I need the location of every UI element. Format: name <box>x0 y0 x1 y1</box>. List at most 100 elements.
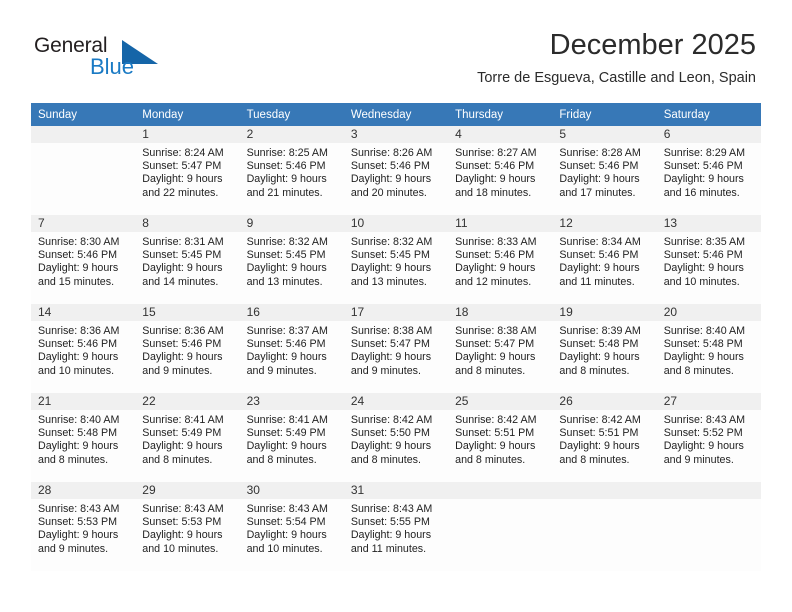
calendar-day-cell[interactable]: 6 Sunrise: 8:29 AM Sunset: 5:46 PM Daylight… <box>656 126 761 215</box>
day-details: Sunrise: 8:27 AM Sunset: 5:46 PM Daylight:… <box>448 143 552 200</box>
calendar-day-cell[interactable]: 12 Sunrise: 8:34 AM Sunset: 5:46 PM Dayligh… <box>552 215 657 304</box>
daylight-duration-line1: Daylight: 9 hours <box>142 440 223 453</box>
calendar-grid: Sunday Monday Tuesday Wednesday Thursday… <box>31 103 761 571</box>
sunset-time: Sunset: 5:46 PM <box>38 338 118 351</box>
sunrise-time: Sunrise: 8:31 AM <box>142 236 224 248</box>
day-cell-content: 24 Sunrise: 8:42 AM Sunset: 5:50 PM Dayligh… <box>343 393 449 482</box>
calendar-day-cell[interactable]: 4 Sunrise: 8:27 AM Sunset: 5:46 PM Daylight… <box>448 126 553 215</box>
sunset-time: Sunset: 5:49 PM <box>246 427 326 440</box>
calendar-day-cell[interactable]: 29 Sunrise: 8:43 AM Sunset: 5:53 PM Dayligh… <box>135 482 240 571</box>
sunset-time: Sunset: 5:48 PM <box>559 338 639 351</box>
calendar-day-cell[interactable]: 1 Sunrise: 8:24 AM Sunset: 5:47 PM Daylight… <box>135 126 240 215</box>
calendar-day-cell[interactable]: 30 Sunrise: 8:43 AM Sunset: 5:54 PM Dayligh… <box>239 482 344 571</box>
calendar-day-cell[interactable]: 14 Sunrise: 8:36 AM Sunset: 5:46 PM Dayligh… <box>31 304 136 393</box>
daylight-duration-line1: Daylight: 9 hours <box>142 529 223 542</box>
day-number: 15 <box>135 304 240 321</box>
daylight-duration-line1: Daylight: 9 hours <box>246 440 327 453</box>
calendar-week-row: 14 Sunrise: 8:36 AM Sunset: 5:46 PM Dayligh… <box>31 304 761 393</box>
calendar-day-cell[interactable]: 28 Sunrise: 8:43 AM Sunset: 5:53 PM Dayligh… <box>31 482 136 571</box>
day-number: 9 <box>239 215 344 232</box>
calendar-day-cell[interactable]: 31 Sunrise: 8:43 AM Sunset: 5:55 PM Dayligh… <box>343 482 449 571</box>
daylight-duration-line2: and 9 minutes. <box>246 364 317 377</box>
daylight-duration-line2: and 8 minutes. <box>38 453 109 466</box>
day-cell-content: 19 Sunrise: 8:39 AM Sunset: 5:48 PM Dayligh… <box>552 304 657 393</box>
day-number: 23 <box>239 393 344 410</box>
day-number <box>552 482 657 499</box>
weekday-header-monday: Monday <box>135 103 240 126</box>
sunrise-time: Sunrise: 8:36 AM <box>38 325 120 337</box>
sunrise-time: Sunrise: 8:40 AM <box>38 414 120 426</box>
calendar-day-cell[interactable]: 15 Sunrise: 8:36 AM Sunset: 5:46 PM Dayligh… <box>135 304 240 393</box>
daylight-duration-line2: and 10 minutes. <box>246 542 323 555</box>
calendar-day-cell[interactable]: 2 Sunrise: 8:25 AM Sunset: 5:46 PM Daylight… <box>239 126 344 215</box>
day-number <box>656 482 761 499</box>
day-number: 10 <box>343 215 449 232</box>
sunset-time: Sunset: 5:46 PM <box>246 338 326 351</box>
sunrise-time: Sunrise: 8:26 AM <box>350 147 433 159</box>
weekday-header-wednesday: Wednesday <box>343 103 449 126</box>
sunrise-time: Sunrise: 8:32 AM <box>246 236 328 248</box>
day-details: Sunrise: 8:26 AM Sunset: 5:46 PM Daylight:… <box>344 143 448 200</box>
calendar-day-cell[interactable]: 10 Sunrise: 8:32 AM Sunset: 5:45 PM Dayligh… <box>343 215 449 304</box>
day-number <box>31 126 136 143</box>
calendar-day-cell[interactable]: 22 Sunrise: 8:41 AM Sunset: 5:49 PM Dayligh… <box>135 393 240 482</box>
daylight-duration-line1: Daylight: 9 hours <box>559 440 640 453</box>
calendar-day-cell[interactable]: 13 Sunrise: 8:35 AM Sunset: 5:46 PM Dayligh… <box>656 215 761 304</box>
calendar-day-cell[interactable]: 16 Sunrise: 8:37 AM Sunset: 5:46 PM Dayligh… <box>239 304 344 393</box>
sunset-time: Sunset: 5:46 PM <box>38 249 118 262</box>
page-header: General Blue December 2025 Torre de Esgu… <box>0 0 792 100</box>
calendar-day-cell[interactable]: 8 Sunrise: 8:31 AM Sunset: 5:45 PM Daylight… <box>135 215 240 304</box>
sunset-time: Sunset: 5:47 PM <box>350 338 430 351</box>
daylight-duration-line2: and 8 minutes. <box>559 364 630 377</box>
daylight-duration-line2: and 22 minutes. <box>142 186 219 199</box>
sunset-time: Sunset: 5:50 PM <box>350 427 430 440</box>
calendar-day-cell[interactable]: 17 Sunrise: 8:38 AM Sunset: 5:47 PM Dayligh… <box>343 304 449 393</box>
sunset-time: Sunset: 5:46 PM <box>559 249 639 262</box>
calendar-day-cell[interactable]: 25 Sunrise: 8:42 AM Sunset: 5:51 PM Dayligh… <box>448 393 553 482</box>
daylight-duration-line1: Daylight: 9 hours <box>559 351 640 364</box>
day-number: 20 <box>656 304 761 321</box>
daylight-duration-line2: and 16 minutes. <box>663 186 740 199</box>
calendar-day-cell[interactable]: 23 Sunrise: 8:41 AM Sunset: 5:49 PM Dayligh… <box>239 393 344 482</box>
calendar-week-row: 1 Sunrise: 8:24 AM Sunset: 5:47 PM Daylight… <box>31 126 761 215</box>
day-details: Sunrise: 8:38 AM Sunset: 5:47 PM Daylight:… <box>344 321 448 378</box>
sunset-time: Sunset: 5:46 PM <box>142 338 222 351</box>
weekday-header-friday: Friday <box>552 103 657 126</box>
daylight-duration-line1: Daylight: 9 hours <box>455 173 536 186</box>
calendar-day-cell[interactable]: 24 Sunrise: 8:42 AM Sunset: 5:50 PM Dayligh… <box>343 393 449 482</box>
calendar-day-cell[interactable]: 21 Sunrise: 8:40 AM Sunset: 5:48 PM Dayligh… <box>31 393 136 482</box>
calendar-day-cell[interactable]: 18 Sunrise: 8:38 AM Sunset: 5:47 PM Dayligh… <box>448 304 553 393</box>
calendar-day-cell[interactable]: 9 Sunrise: 8:32 AM Sunset: 5:45 PM Daylight… <box>239 215 344 304</box>
day-cell-content: 30 Sunrise: 8:43 AM Sunset: 5:54 PM Dayligh… <box>239 482 344 571</box>
daylight-duration-line1: Daylight: 9 hours <box>246 529 327 542</box>
calendar-day-cell[interactable]: 27 Sunrise: 8:43 AM Sunset: 5:52 PM Dayligh… <box>656 393 761 482</box>
day-details: Sunrise: 8:32 AM Sunset: 5:45 PM Daylight:… <box>344 232 448 289</box>
calendar-day-cell[interactable]: 7 Sunrise: 8:30 AM Sunset: 5:46 PM Daylight… <box>31 215 136 304</box>
weekday-header-thursday: Thursday <box>448 103 553 126</box>
day-cell-content: 21 Sunrise: 8:40 AM Sunset: 5:48 PM Dayligh… <box>31 393 136 482</box>
calendar-day-cell[interactable]: 5 Sunrise: 8:28 AM Sunset: 5:46 PM Daylight… <box>552 126 657 215</box>
general-blue-logo[interactable]: General Blue <box>34 34 164 82</box>
day-cell-content: 27 Sunrise: 8:43 AM Sunset: 5:52 PM Dayligh… <box>656 393 761 482</box>
logo-text-blue: Blue <box>90 54 135 79</box>
day-cell-content: 26 Sunrise: 8:42 AM Sunset: 5:51 PM Dayligh… <box>552 393 657 482</box>
calendar-day-cell[interactable]: 11 Sunrise: 8:33 AM Sunset: 5:46 PM Dayligh… <box>448 215 553 304</box>
day-details: Sunrise: 8:35 AM Sunset: 5:46 PM Daylight:… <box>657 232 761 289</box>
daylight-duration-line2: and 8 minutes. <box>350 453 421 466</box>
sunset-time: Sunset: 5:48 PM <box>663 338 743 351</box>
day-cell-content: 14 Sunrise: 8:36 AM Sunset: 5:46 PM Dayligh… <box>31 304 136 393</box>
day-details: Sunrise: 8:43 AM Sunset: 5:52 PM Daylight:… <box>657 410 761 467</box>
calendar-day-cell[interactable]: 20 Sunrise: 8:40 AM Sunset: 5:48 PM Dayligh… <box>656 304 761 393</box>
day-number: 7 <box>31 215 136 232</box>
day-cell-content: 2 Sunrise: 8:25 AM Sunset: 5:46 PM Daylight… <box>239 126 344 215</box>
sunrise-time: Sunrise: 8:24 AM <box>142 147 224 159</box>
calendar-day-cell[interactable]: 19 Sunrise: 8:39 AM Sunset: 5:48 PM Dayligh… <box>552 304 657 393</box>
day-number: 17 <box>343 304 449 321</box>
day-cell-content <box>656 482 761 571</box>
calendar-day-cell[interactable]: 26 Sunrise: 8:42 AM Sunset: 5:51 PM Dayligh… <box>552 393 657 482</box>
day-details: Sunrise: 8:39 AM Sunset: 5:48 PM Daylight:… <box>552 321 656 378</box>
sunrise-time: Sunrise: 8:34 AM <box>559 236 641 248</box>
calendar-day-cell[interactable]: 3 Sunrise: 8:26 AM Sunset: 5:46 PM Daylight… <box>343 126 449 215</box>
sunrise-time: Sunrise: 8:43 AM <box>246 503 328 515</box>
day-number: 31 <box>343 482 449 499</box>
